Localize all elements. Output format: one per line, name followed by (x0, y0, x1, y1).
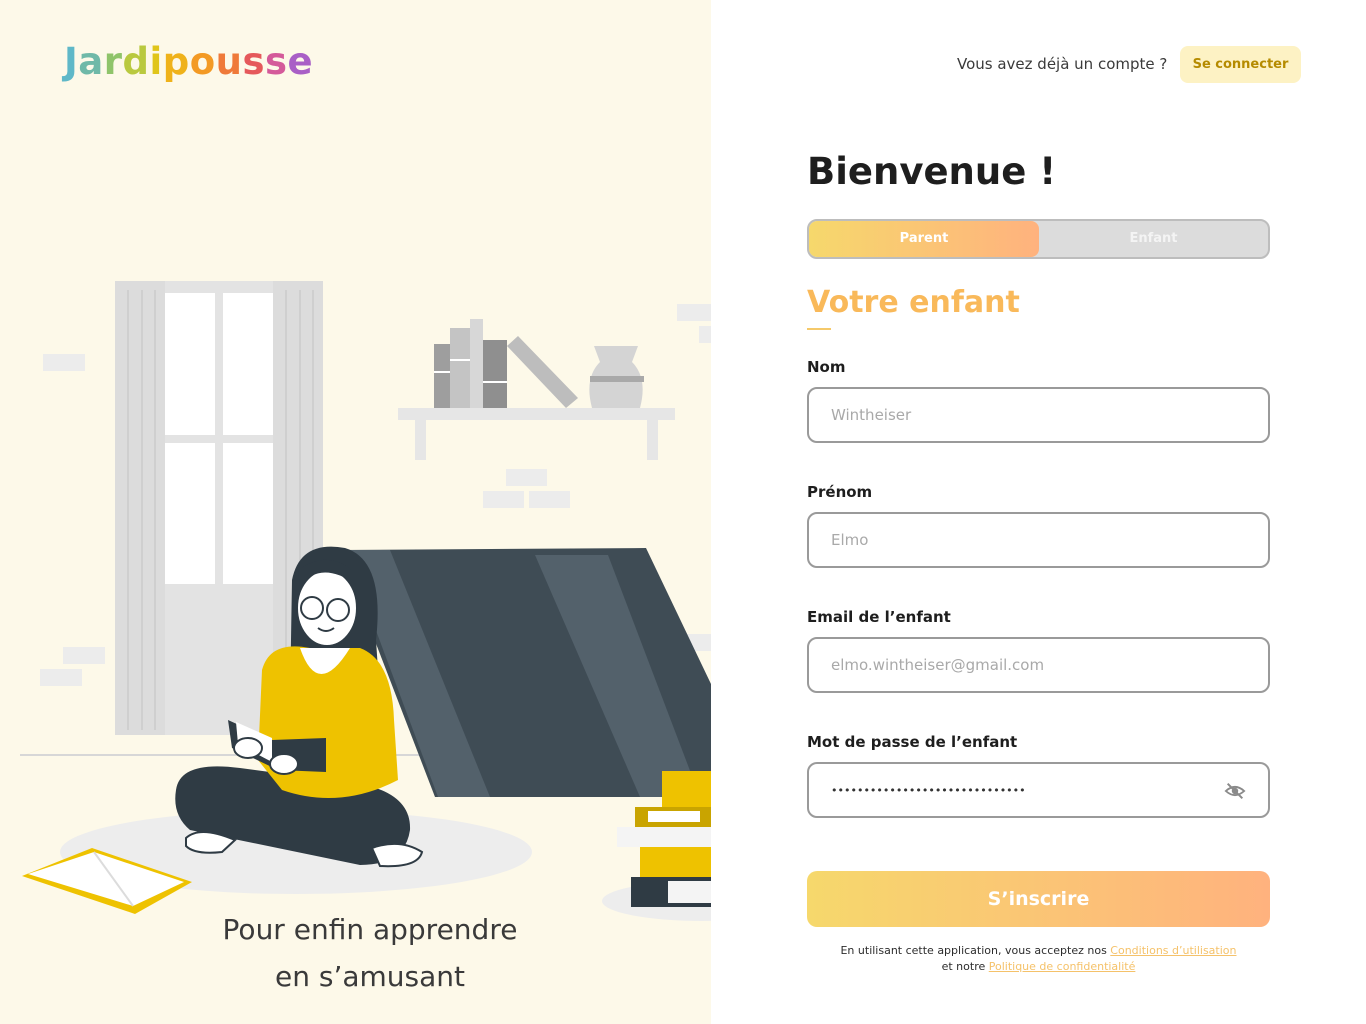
reading-girl-illustration (20, 281, 711, 921)
login-button[interactable]: Se connecter (1180, 46, 1301, 83)
email-label: Email de l’enfant (807, 608, 951, 626)
tagline-line-2: en s’amusant (274, 960, 465, 993)
email-field (807, 637, 1270, 693)
email-input[interactable] (831, 639, 1211, 691)
prenom-input[interactable] (831, 514, 1211, 566)
left-panel: Jardipousse Pour enfin apprendre en s’am… (0, 0, 711, 1024)
legal-notice: En utilisant cette application, vous acc… (807, 943, 1270, 975)
prenom-label: Prénom (807, 483, 873, 501)
eye-off-icon[interactable] (1224, 780, 1246, 802)
tagline-line-1: Pour enfin apprendre (222, 913, 518, 946)
tab-parent[interactable]: Parent (809, 221, 1039, 257)
legal-prefix: En utilisant cette application, vous acc… (840, 944, 1111, 957)
account-type-toggle: Parent Enfant (807, 219, 1270, 259)
terms-link[interactable]: Conditions d’utilisation (1110, 944, 1236, 957)
password-label: Mot de passe de l’enfant (807, 733, 1018, 751)
password-input[interactable] (831, 764, 1211, 816)
section-title: Votre enfant (807, 285, 1020, 320)
prenom-field (807, 512, 1270, 568)
hero-tagline: Pour enfin apprendre en s’amusant (170, 906, 570, 1000)
section-title-underline (807, 328, 831, 330)
privacy-link[interactable]: Politique de confidentialité (989, 960, 1136, 973)
password-field (807, 762, 1270, 818)
already-account-text: Vous avez déjà un compte ? (957, 55, 1168, 73)
page-title: Bienvenue ! (807, 150, 1057, 193)
nom-field (807, 387, 1270, 443)
tab-enfant[interactable]: Enfant (1039, 221, 1268, 257)
signup-button[interactable]: S’inscrire (807, 871, 1270, 927)
legal-middle: et notre (941, 960, 989, 973)
nom-label: Nom (807, 358, 846, 376)
nom-input[interactable] (831, 389, 1211, 441)
